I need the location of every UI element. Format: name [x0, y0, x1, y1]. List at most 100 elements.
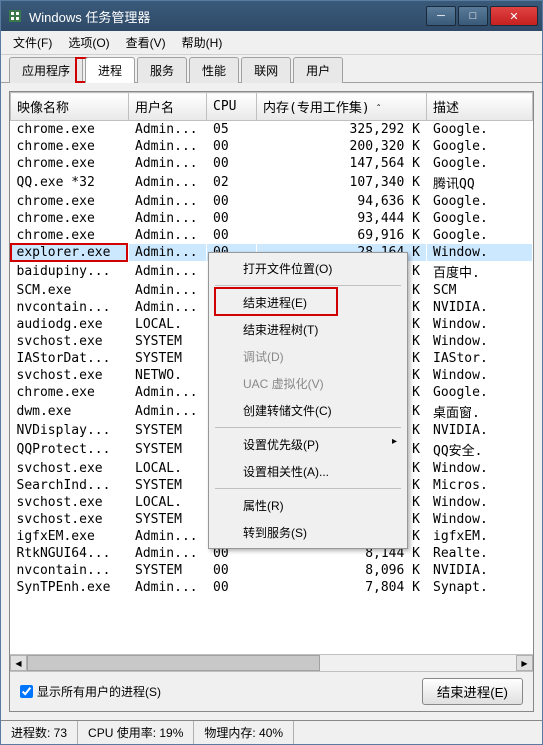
menu-file[interactable]: 文件(F): [5, 31, 60, 54]
table-row[interactable]: SynTPEnh.exeAdmin...007,804 KSynapt.: [11, 579, 533, 596]
cell-image: SearchInd...: [11, 477, 129, 494]
cell-desc: Window.: [427, 316, 533, 333]
ctx-priority[interactable]: 设置优先级(P): [211, 431, 405, 458]
cell-image: svchost.exe: [11, 511, 129, 528]
tabstrip: 应用程序 进程 服务 性能 联网 用户: [1, 55, 542, 83]
cell-desc: NVIDIA.: [427, 562, 533, 579]
table-row[interactable]: chrome.exeAdmin...00147,564 KGoogle.: [11, 155, 533, 172]
scroll-track[interactable]: [27, 655, 516, 671]
maximize-button[interactable]: □: [458, 6, 488, 26]
cell-cpu: 00: [207, 193, 257, 210]
col-image[interactable]: 映像名称: [11, 93, 129, 121]
scroll-right-icon[interactable]: ▶: [516, 655, 533, 671]
footer-controls: 显示所有用户的进程(S) 结束进程(E): [10, 671, 533, 711]
table-row[interactable]: chrome.exeAdmin...0069,916 KGoogle.: [11, 227, 533, 244]
cell-desc: Realte.: [427, 545, 533, 562]
cell-desc: QQ安全.: [427, 439, 533, 460]
cell-desc: Google.: [427, 121, 533, 139]
status-process-count: 进程数: 73: [1, 721, 78, 744]
tab-services[interactable]: 服务: [137, 57, 187, 83]
cell-user: Admin...: [129, 227, 207, 244]
tab-processes[interactable]: 进程: [85, 57, 135, 83]
cell-cpu: 00: [207, 579, 257, 596]
cell-mem: 93,444 K: [257, 210, 427, 227]
cell-user: Admin...: [129, 155, 207, 172]
cell-user: Admin...: [129, 210, 207, 227]
task-manager-window: Windows 任务管理器 ─ □ ✕ 文件(F) 选项(O) 查看(V) 帮助…: [0, 0, 543, 745]
cell-desc: NVIDIA.: [427, 422, 533, 439]
ctx-create-dump[interactable]: 创建转储文件(C): [211, 397, 405, 424]
scroll-thumb[interactable]: [27, 655, 320, 671]
col-memory[interactable]: 内存(专用工作集): [257, 93, 427, 121]
tab-applications[interactable]: 应用程序: [9, 57, 83, 83]
table-row[interactable]: chrome.exeAdmin...0094,636 KGoogle.: [11, 193, 533, 210]
menu-help[interactable]: 帮助(H): [174, 31, 231, 54]
cell-image: svchost.exe: [11, 460, 129, 477]
cell-image: SynTPEnh.exe: [11, 579, 129, 596]
col-description[interactable]: 描述: [427, 93, 533, 121]
cell-mem: 107,340 K: [257, 172, 427, 193]
cell-mem: 94,636 K: [257, 193, 427, 210]
ctx-affinity[interactable]: 设置相关性(A)...: [211, 458, 405, 485]
cell-mem: 147,564 K: [257, 155, 427, 172]
cell-image: chrome.exe: [11, 384, 129, 401]
horizontal-scrollbar[interactable]: ◀ ▶: [10, 654, 533, 671]
scroll-left-icon[interactable]: ◀: [10, 655, 27, 671]
ctx-properties[interactable]: 属性(R): [211, 492, 405, 519]
cell-user: Admin...: [129, 193, 207, 210]
ctx-uac: UAC 虚拟化(V): [211, 370, 405, 397]
cell-desc: Window.: [427, 333, 533, 350]
ctx-open-location[interactable]: 打开文件位置(O): [211, 255, 405, 282]
table-row[interactable]: chrome.exeAdmin...0093,444 KGoogle.: [11, 210, 533, 227]
cell-user: SYSTEM: [129, 477, 207, 494]
cell-desc: IAStor.: [427, 350, 533, 367]
cell-cpu: 00: [207, 227, 257, 244]
show-all-users-label[interactable]: 显示所有用户的进程(S): [20, 683, 161, 700]
table-row[interactable]: chrome.exeAdmin...05325,292 KGoogle.: [11, 121, 533, 139]
cell-image: igfxEM.exe: [11, 528, 129, 545]
tab-performance[interactable]: 性能: [189, 57, 239, 83]
table-row[interactable]: QQ.exe *32Admin...02107,340 K腾讯QQ: [11, 172, 533, 193]
window-controls: ─ □ ✕: [426, 6, 538, 26]
cell-user: LOCAL.: [129, 316, 207, 333]
table-row[interactable]: nvcontain...SYSTEM008,096 KNVIDIA.: [11, 562, 533, 579]
ctx-goto-services[interactable]: 转到服务(S): [211, 519, 405, 546]
tab-users[interactable]: 用户: [293, 57, 343, 83]
table-row[interactable]: chrome.exeAdmin...00200,320 KGoogle.: [11, 138, 533, 155]
process-table-wrap[interactable]: 映像名称 用户名 CPU 内存(专用工作集) 描述 chrome.exeAdmi…: [10, 92, 533, 654]
cell-user: Admin...: [129, 261, 207, 282]
close-button[interactable]: ✕: [490, 6, 538, 26]
cell-desc: Window.: [427, 511, 533, 528]
tab-networking[interactable]: 联网: [241, 57, 291, 83]
cell-desc: Google.: [427, 384, 533, 401]
cell-user: SYSTEM: [129, 439, 207, 460]
cell-user: SYSTEM: [129, 333, 207, 350]
cell-image: nvcontain...: [11, 299, 129, 316]
menubar: 文件(F) 选项(O) 查看(V) 帮助(H): [1, 31, 542, 55]
app-icon: [7, 8, 23, 24]
end-process-button[interactable]: 结束进程(E): [422, 678, 523, 705]
minimize-button[interactable]: ─: [426, 6, 456, 26]
show-all-users-checkbox[interactable]: [20, 685, 33, 698]
content-panel: 映像名称 用户名 CPU 内存(专用工作集) 描述 chrome.exeAdmi…: [9, 91, 534, 712]
ctx-end-tree[interactable]: 结束进程树(T): [211, 316, 405, 343]
context-menu: 打开文件位置(O) 结束进程(E) 结束进程树(T) 调试(D) UAC 虚拟化…: [208, 252, 408, 549]
show-all-users-text: 显示所有用户的进程(S): [37, 683, 161, 700]
cell-desc: Window.: [427, 244, 533, 261]
col-cpu[interactable]: CPU: [207, 93, 257, 121]
cell-desc: Google.: [427, 155, 533, 172]
menu-options[interactable]: 选项(O): [60, 31, 117, 54]
cell-cpu: 05: [207, 121, 257, 139]
titlebar[interactable]: Windows 任务管理器 ─ □ ✕: [1, 1, 542, 31]
cell-image: NVDisplay...: [11, 422, 129, 439]
cell-image: chrome.exe: [11, 193, 129, 210]
menu-view[interactable]: 查看(V): [118, 31, 174, 54]
cell-image: IAStorDat...: [11, 350, 129, 367]
cell-cpu: 00: [207, 138, 257, 155]
ctx-end-process[interactable]: 结束进程(E): [211, 289, 405, 316]
col-user[interactable]: 用户名: [129, 93, 207, 121]
cell-desc: Window.: [427, 494, 533, 511]
cell-desc: Window.: [427, 367, 533, 384]
separator: [215, 285, 401, 286]
cell-image: chrome.exe: [11, 155, 129, 172]
